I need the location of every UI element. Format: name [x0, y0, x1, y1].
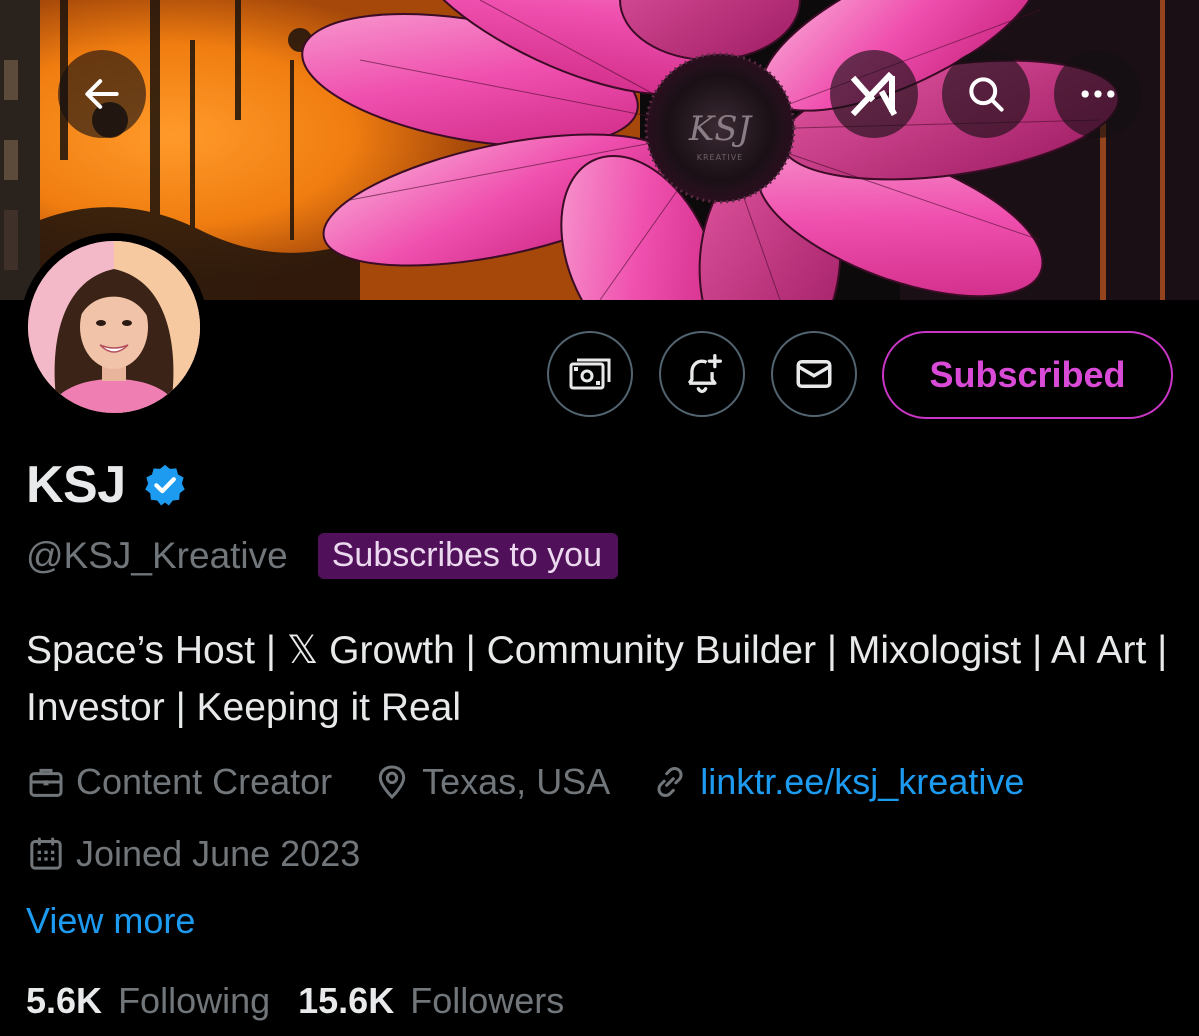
envelope-icon [796, 360, 832, 388]
name-row: KSJ [26, 450, 188, 520]
grok-logo-icon [850, 72, 898, 116]
followers-label: Followers [410, 980, 565, 1021]
joined-row: Joined June 2023 [26, 829, 400, 879]
more-horizontal-icon [1081, 90, 1115, 98]
profile-handle: @KSJ_Kreative [26, 535, 288, 576]
banner-image: KSJ KREATIVE [0, 0, 1199, 300]
website-link[interactable]: linktr.ee/ksj_kreative [700, 761, 1024, 803]
profile-meta-row: Content Creator Texas, USA linktr.ee/ksj… [26, 757, 1064, 807]
briefcase-icon [29, 768, 63, 797]
website-item[interactable]: linktr.ee/ksj_kreative [650, 761, 1024, 803]
following-label: Following [118, 980, 271, 1021]
followers-stat[interactable]: 15.6K Followers [298, 980, 564, 1022]
display-name: KSJ [26, 456, 126, 514]
joined-item: Joined June 2023 [26, 833, 360, 875]
follow-stats: 5.6K Following 15.6K Followers [26, 980, 592, 1022]
money-icon [569, 358, 611, 390]
banner-logo-subtext: KREATIVE [697, 153, 743, 162]
profile-avatar[interactable] [20, 233, 208, 421]
verified-badge-icon[interactable] [142, 462, 188, 508]
joined-text: Joined June 2023 [76, 833, 361, 874]
link-icon [657, 766, 683, 798]
search-button[interactable] [942, 50, 1030, 138]
following-count: 5.6K [26, 980, 103, 1021]
message-button[interactable] [771, 331, 857, 417]
location-pin-icon [378, 765, 406, 800]
profession-text: Content Creator [76, 761, 333, 802]
profile-banner[interactable]: KSJ KREATIVE [0, 0, 1199, 300]
grok-button[interactable] [830, 50, 918, 138]
location-text: Texas, USA [422, 761, 611, 802]
arrow-left-icon [85, 79, 119, 109]
more-button[interactable] [1054, 50, 1142, 138]
calendar-icon [30, 837, 62, 870]
back-button[interactable] [58, 50, 146, 138]
banner-logo-text: KSJ [688, 109, 754, 149]
tip-button[interactable] [547, 331, 633, 417]
following-stat[interactable]: 5.6K Following [26, 980, 270, 1022]
handle-row: @KSJ_Kreative Subscribes to you [26, 528, 618, 584]
notifications-button[interactable] [659, 331, 745, 417]
view-more-link[interactable]: View more [26, 900, 195, 942]
profile-bio: Space’s Host | 𝕏 Growth | Community Buil… [26, 629, 1168, 729]
bell-plus-icon [687, 354, 722, 394]
subscribes-to-you-badge: Subscribes to you [317, 533, 618, 579]
avatar-image [28, 241, 200, 413]
profession-item: Content Creator [26, 761, 332, 803]
location-item: Texas, USA [372, 761, 610, 803]
search-icon [969, 77, 1004, 112]
subscribed-button[interactable]: Subscribed [882, 331, 1173, 419]
followers-count: 15.6K [298, 980, 395, 1021]
